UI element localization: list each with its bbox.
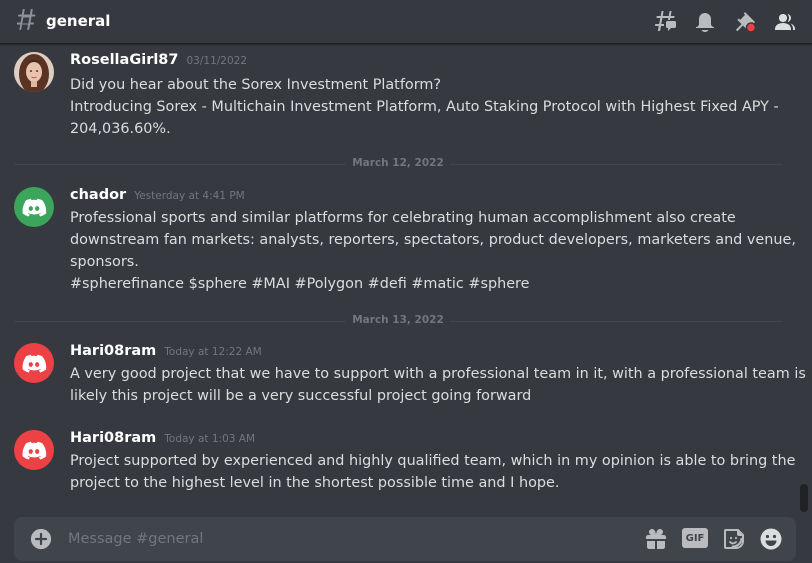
- message-content: Project supported by experienced and hig…: [70, 450, 796, 494]
- scrollbar-thumb[interactable]: [800, 484, 808, 512]
- bell-icon[interactable]: [693, 10, 717, 34]
- gif-button[interactable]: GIF: [682, 528, 708, 548]
- message-content: Did you hear about the Sorex Investment …: [70, 74, 779, 140]
- message-composer: GIF: [14, 517, 796, 561]
- discord-logo-icon: [22, 441, 47, 460]
- message-line: project to the highest level in the shor…: [70, 475, 560, 491]
- message-line: likely this project will be a very succe…: [70, 388, 532, 404]
- timestamp: Today at 1:03 AM: [164, 433, 256, 445]
- message-author[interactable]: Hari08ram Today at 1:03 AM: [70, 430, 255, 446]
- message-line: Introducing Sorex - Multichain Investmen…: [70, 99, 779, 115]
- message-line: A very good project that we have to supp…: [70, 366, 806, 382]
- date-divider: March 12, 2022: [14, 157, 782, 169]
- message-author[interactable]: Hari08ram Today at 12:22 AM: [70, 343, 262, 359]
- date-divider-label: March 12, 2022: [346, 157, 450, 169]
- message-line: #spherefinance $sphere #MAI #Polygon #de…: [70, 276, 530, 292]
- members-icon[interactable]: [773, 10, 797, 34]
- message-line: downstream fan markets: analysts, report…: [70, 232, 796, 248]
- message-author[interactable]: chador Yesterday at 4:41 PM: [70, 187, 245, 203]
- sticker-icon[interactable]: [722, 527, 746, 551]
- date-divider: March 13, 2022: [14, 314, 782, 326]
- discord-logo-icon: [22, 198, 47, 217]
- emoji-icon[interactable]: [759, 527, 783, 551]
- add-icon[interactable]: [30, 528, 52, 550]
- username[interactable]: chador: [70, 187, 126, 203]
- avatar[interactable]: [14, 430, 54, 470]
- threads-icon[interactable]: [653, 10, 677, 34]
- avatar[interactable]: [14, 187, 54, 227]
- username[interactable]: Hari08ram: [70, 343, 156, 359]
- hashtag-icon: [16, 9, 36, 30]
- message-content: A very good project that we have to supp…: [70, 363, 806, 407]
- message-author[interactable]: RosellaGirl87 03/11/2022: [70, 52, 247, 68]
- message-line: sponsors.: [70, 254, 139, 270]
- user-photo-icon: [14, 52, 54, 92]
- message-line: Project supported by experienced and hig…: [70, 453, 796, 469]
- username[interactable]: RosellaGirl87: [70, 52, 179, 68]
- avatar[interactable]: [14, 52, 54, 92]
- timestamp: Yesterday at 4:41 PM: [134, 190, 245, 202]
- message-content: Professional sports and similar platform…: [70, 207, 796, 295]
- message-line: Professional sports and similar platform…: [70, 210, 736, 226]
- gif-label: GIF: [685, 532, 705, 544]
- date-divider-label: March 13, 2022: [346, 314, 450, 326]
- gift-icon[interactable]: [644, 527, 668, 551]
- message-line: 204,036.60%.: [70, 121, 171, 137]
- message-line: Did you hear about the Sorex Investment …: [70, 77, 442, 93]
- username[interactable]: Hari08ram: [70, 430, 156, 446]
- pin-icon[interactable]: [733, 10, 757, 34]
- avatar[interactable]: [14, 343, 54, 383]
- message-input[interactable]: [68, 517, 628, 561]
- channel-header: general: [0, 0, 812, 44]
- discord-logo-icon: [22, 354, 47, 373]
- timestamp: 03/11/2022: [186, 55, 248, 67]
- channel-title: general: [46, 12, 111, 30]
- timestamp: Today at 12:22 AM: [164, 346, 262, 358]
